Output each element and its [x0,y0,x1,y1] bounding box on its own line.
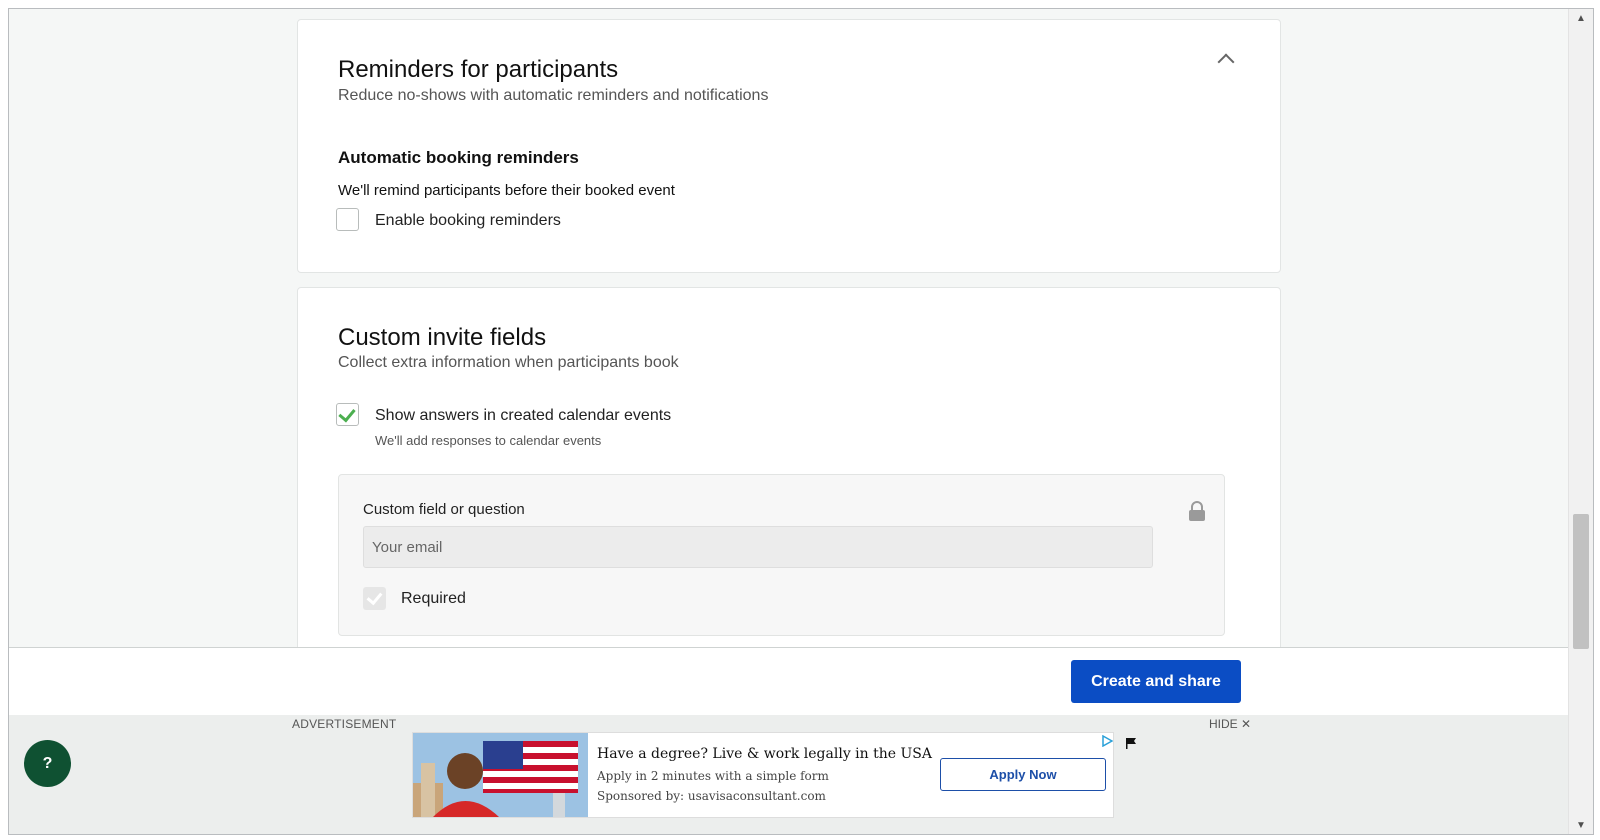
ad-area: ADVERTISEMENT HIDE ✕ Have a degree? Live… [9,715,1568,834]
required-checkbox [363,587,386,610]
browser-frame: Reminders for participants Reduce no-sho… [8,8,1594,835]
show-answers-checkbox[interactable] [336,403,359,426]
page-content: Reminders for participants Reduce no-sho… [9,9,1568,661]
scroll-up-arrow-icon[interactable]: ▲ [1569,9,1593,27]
checkmark-icon [366,588,383,606]
scrollbar[interactable]: ▲ ▼ [1568,9,1593,834]
ad-image[interactable] [413,733,588,817]
show-answers-hint: We'll add responses to calendar events [375,433,602,448]
help-button[interactable]: ? [24,740,71,787]
required-label: Required [401,590,466,607]
apply-now-button[interactable]: Apply Now [940,758,1106,791]
custom-field-box: Custom field or question Required [338,474,1225,636]
ad-label: ADVERTISEMENT [292,717,397,731]
scrollbar-thumb[interactable] [1573,514,1589,649]
checkmark-icon [338,404,356,423]
create-and-share-button[interactable]: Create and share [1071,660,1241,703]
show-answers-label[interactable]: Show answers in created calendar events [375,407,671,425]
scroll-down-arrow-icon[interactable]: ▼ [1569,816,1593,834]
booking-reminders-description: We'll remind participants before their b… [338,182,675,199]
custom-fields-title: Custom invite fields [338,324,547,351]
ad-headline[interactable]: Have a degree? Live & work legally in th… [597,746,932,762]
chevron-up-icon[interactable] [1217,53,1235,71]
reminders-card: Reminders for participants Reduce no-sho… [297,19,1281,273]
reminders-subtitle: Reduce no-shows with automatic reminders… [338,87,769,104]
custom-field-input [363,526,1153,568]
lock-icon [1189,501,1205,521]
enable-reminders-checkbox[interactable] [336,208,359,231]
footer-bar: Create and share [9,647,1568,716]
ad-hide-button[interactable]: HIDE ✕ [1209,717,1251,731]
enable-reminders-label[interactable]: Enable booking reminders [375,212,561,230]
us-flag-icon [483,741,578,793]
report-flag-icon[interactable] [1125,737,1137,749]
custom-fields-card: Custom invite fields Collect extra infor… [297,287,1281,661]
custom-fields-subtitle: Collect extra information when participa… [338,354,679,371]
ad-banner[interactable]: Have a degree? Live & work legally in th… [412,732,1114,818]
custom-field-label: Custom field or question [363,501,525,518]
ad-description: Apply in 2 minutes with a simple form [597,769,829,783]
booking-reminders-heading: Automatic booking reminders [338,148,579,167]
adchoices-icon[interactable] [1101,735,1113,747]
ad-sponsor: Sponsored by: usavisaconsultant.com [597,789,826,803]
reminders-title: Reminders for participants [338,56,619,83]
